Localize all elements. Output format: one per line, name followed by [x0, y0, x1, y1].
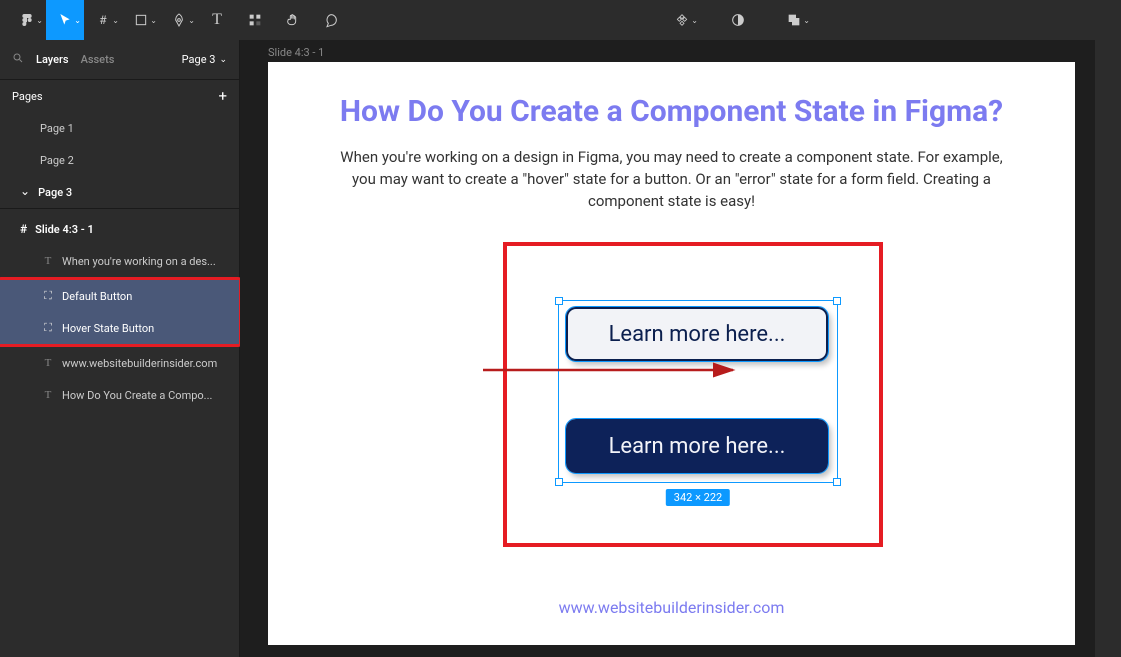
chevron-down-icon: ⌄ — [691, 16, 698, 25]
selection-handle[interactable] — [833, 297, 841, 305]
comment-tool-button[interactable] — [312, 0, 350, 40]
layers-tree: # Slide 4:3 - 1 T When you're working on… — [0, 208, 239, 411]
frame-dashed-icon: ⛶ — [42, 322, 54, 335]
left-sidebar: Layers Assets Page 3 ⌄ Pages + Page 1 Pa… — [0, 40, 240, 657]
chevron-down-icon: ⌄ — [150, 16, 157, 25]
frame-dashed-icon: ⛶ — [42, 290, 54, 303]
right-panel-edge — [1095, 40, 1121, 657]
resources-button[interactable] — [236, 0, 274, 40]
chevron-down-icon: ⌄ — [219, 55, 227, 65]
add-page-button[interactable]: + — [218, 87, 227, 105]
figma-menu-button[interactable]: ⌄ — [8, 0, 46, 40]
layer-label: When you're working on a des... — [62, 255, 216, 268]
text-icon: T — [212, 11, 222, 29]
page-item[interactable]: Page 2 — [0, 144, 239, 176]
layer-label: How Do You Create a Compo... — [62, 389, 212, 402]
shape-tool-button[interactable]: ⌄ — [122, 0, 160, 40]
cursor-icon — [57, 12, 73, 28]
frame-layer[interactable]: # Slide 4:3 - 1 — [0, 213, 239, 245]
page-item-current[interactable]: Page 3 — [0, 176, 239, 208]
page-selector[interactable]: Page 3 ⌄ — [182, 53, 227, 66]
rectangle-icon — [133, 12, 149, 28]
half-circle-icon — [730, 12, 746, 28]
frame-icon: # — [99, 13, 106, 27]
hand-icon — [285, 12, 301, 28]
frame-tool-button[interactable]: # ⌄ — [84, 0, 122, 40]
selection-size-badge: 342 × 222 — [666, 489, 730, 506]
sidebar-tabs: Layers Assets Page 3 ⌄ — [0, 40, 239, 80]
canvas-frame-label[interactable]: Slide 4:3 - 1 — [268, 46, 324, 59]
move-tool-button[interactable]: ⌄ — [46, 0, 84, 40]
chevron-down-icon: ⌄ — [803, 16, 810, 25]
design-frame[interactable]: How Do You Create a Component State in F… — [268, 62, 1075, 645]
chevron-down-icon: ⌄ — [74, 16, 81, 25]
source-url: www.websitebuilderinsider.com — [268, 598, 1075, 617]
layer-label: Default Button — [62, 290, 132, 303]
mask-button[interactable] — [719, 0, 757, 40]
selection-handle[interactable] — [833, 478, 841, 486]
slide-body-text: When you're working on a design in Figma… — [328, 147, 1015, 212]
pages-header: Pages + — [0, 80, 239, 112]
text-tool-button[interactable]: T — [198, 0, 236, 40]
components-button[interactable]: ⌄ — [663, 0, 701, 40]
text-icon: T — [42, 255, 54, 267]
layer-label: Hover State Button — [62, 322, 154, 335]
pages-header-label: Pages — [12, 90, 43, 103]
figma-logo-icon — [19, 12, 35, 28]
selection-handle[interactable] — [555, 297, 563, 305]
layer-label: www.websitebuilderinsider.com — [62, 357, 217, 370]
canvas-viewport[interactable]: Slide 4:3 - 1 How Do You Create a Compon… — [240, 40, 1121, 657]
frame-icon: # — [20, 222, 27, 236]
selection-bounds: 342 × 222 — [558, 300, 838, 483]
tab-assets[interactable]: Assets — [81, 53, 115, 66]
chevron-down-icon: ⌄ — [188, 16, 195, 25]
resources-icon — [247, 12, 263, 28]
annotation-highlight-box: ⛶ Default Button ⛶ Hover State Button — [0, 277, 242, 347]
diamond-grid-icon — [674, 12, 690, 28]
layer-text[interactable]: T How Do You Create a Compo... — [0, 379, 239, 411]
comment-icon — [323, 12, 339, 28]
text-icon: T — [42, 357, 54, 369]
boolean-button[interactable]: ⌄ — [775, 0, 813, 40]
search-icon[interactable] — [12, 52, 24, 67]
page-item[interactable]: Page 1 — [0, 112, 239, 144]
tab-layers[interactable]: Layers — [36, 53, 69, 66]
hand-tool-button[interactable] — [274, 0, 312, 40]
pen-icon — [171, 12, 187, 28]
union-icon — [786, 12, 802, 28]
layer-frame-selected[interactable]: ⛶ Default Button — [0, 280, 239, 312]
chevron-down-icon: ⌄ — [112, 16, 119, 25]
pen-tool-button[interactable]: ⌄ — [160, 0, 198, 40]
selection-handle[interactable] — [555, 478, 563, 486]
chevron-down-icon: ⌄ — [36, 16, 43, 25]
layer-frame-selected[interactable]: ⛶ Hover State Button — [0, 312, 239, 344]
slide-title: How Do You Create a Component State in F… — [268, 94, 1075, 129]
layer-text[interactable]: T www.websitebuilderinsider.com — [0, 347, 239, 379]
frame-layer-label: Slide 4:3 - 1 — [35, 223, 94, 236]
toolbar: ⌄ ⌄ # ⌄ ⌄ ⌄ T ⌄ ⌄ — [0, 0, 1121, 40]
page-selector-label: Page 3 — [182, 53, 216, 66]
text-icon: T — [42, 389, 54, 401]
layer-text[interactable]: T When you're working on a des... — [0, 245, 239, 277]
